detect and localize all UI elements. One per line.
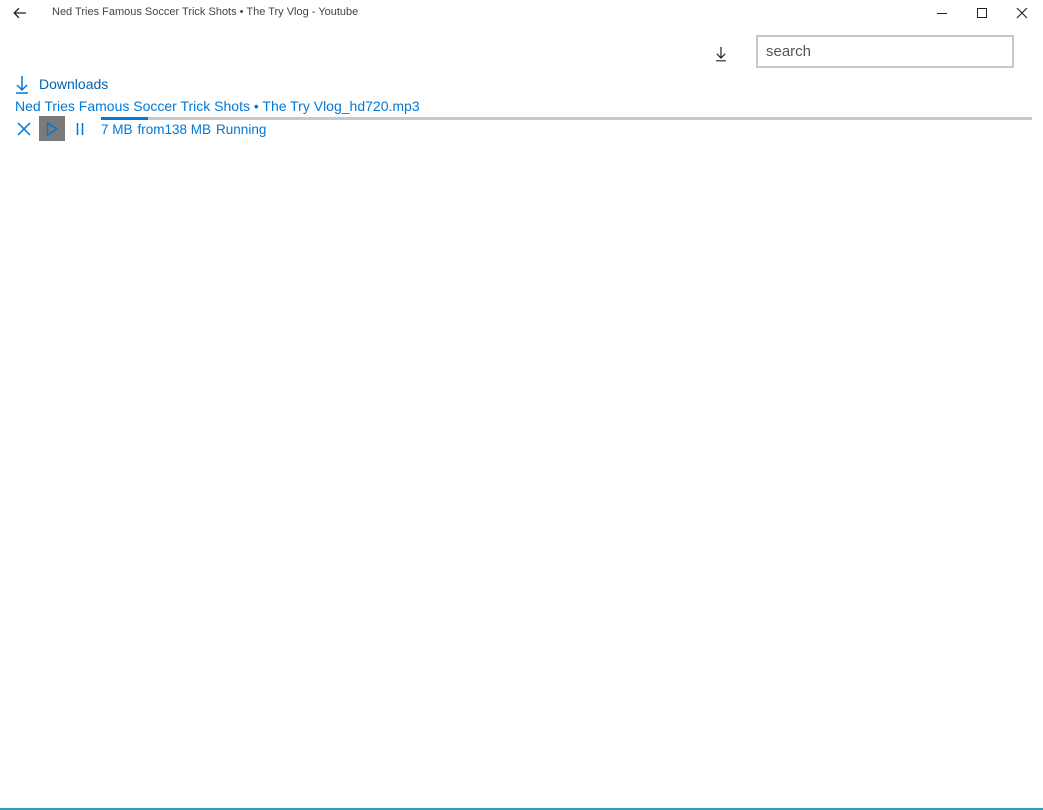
download-status-line: 7 MB from138 MB Running — [101, 122, 266, 137]
pause-download-button[interactable] — [70, 116, 90, 141]
back-arrow-icon — [13, 7, 26, 19]
download-file-name[interactable]: Ned Tries Famous Soccer Trick Shots • Th… — [15, 98, 420, 114]
download-progress-fill — [101, 117, 149, 120]
minimize-icon — [937, 13, 947, 14]
download-progress-bar — [101, 117, 1032, 120]
downloads-icon — [14, 74, 30, 94]
pause-icon — [76, 122, 84, 135]
downloads-header[interactable]: Downloads — [14, 74, 108, 94]
back-button[interactable] — [6, 2, 34, 24]
window-title: Ned Tries Famous Soccer Trick Shots • Th… — [52, 6, 359, 18]
download-icon — [716, 47, 726, 62]
total-size: from138 MB — [137, 122, 212, 137]
maximize-button[interactable] — [962, 0, 1002, 26]
close-button[interactable] — [1002, 0, 1042, 26]
maximize-icon — [977, 8, 987, 18]
resume-download-button[interactable] — [39, 116, 65, 141]
downloaded-size: 7 MB — [101, 122, 133, 137]
play-icon — [46, 121, 58, 136]
minimize-button[interactable] — [922, 0, 962, 26]
search-box[interactable] — [756, 35, 1014, 68]
search-input[interactable] — [758, 37, 1012, 66]
downloads-label: Downloads — [39, 76, 109, 92]
close-icon — [1016, 7, 1028, 19]
download-status: Running — [216, 122, 267, 137]
cancel-download-button[interactable] — [13, 116, 35, 141]
cancel-icon — [17, 121, 31, 136]
title-bar: Ned Tries Famous Soccer Trick Shots • Th… — [0, 0, 1043, 27]
download-button[interactable] — [708, 42, 734, 66]
